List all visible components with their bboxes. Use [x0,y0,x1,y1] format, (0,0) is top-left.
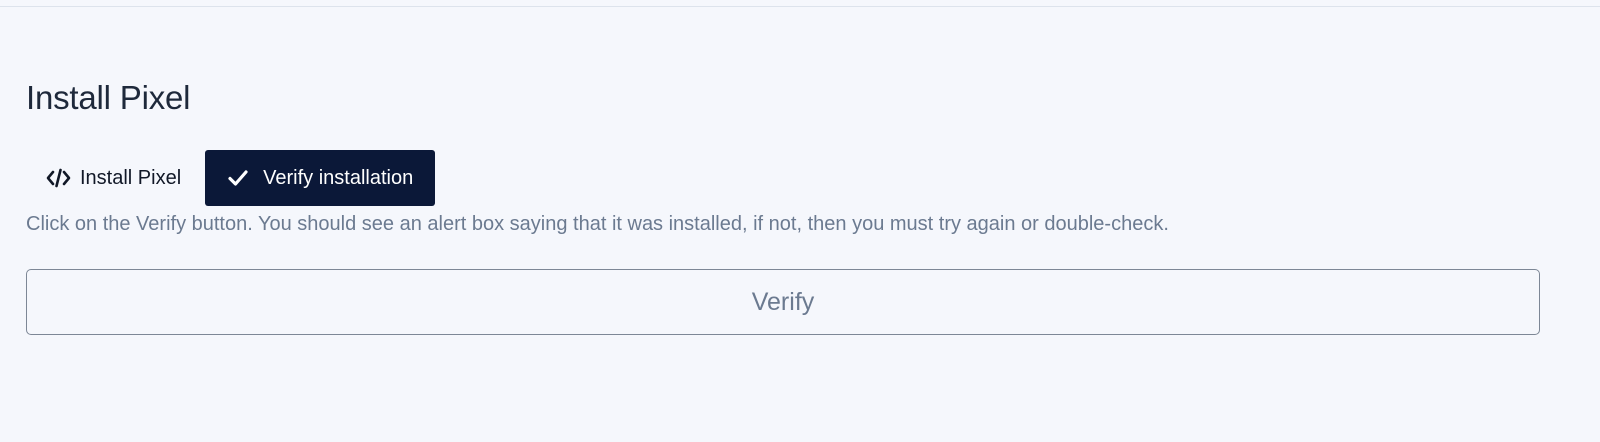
verify-button[interactable]: Verify [26,269,1540,335]
tab-verify-installation-label: Verify installation [263,166,414,189]
tab-install-pixel-label: Install Pixel [80,166,182,189]
check-icon [227,169,249,187]
code-icon [46,168,71,188]
page-title: Install Pixel [26,79,191,116]
main-content: Install Pixel Install Pixel Verify insta… [26,78,1570,335]
instructions-text: Click on the Verify button. You should s… [26,213,1169,235]
tab-install-pixel[interactable]: Install Pixel [26,150,203,206]
tab-bar: Install Pixel Verify installation [26,150,1570,206]
top-divider [0,6,1600,7]
tab-verify-installation[interactable]: Verify installation [205,150,436,206]
